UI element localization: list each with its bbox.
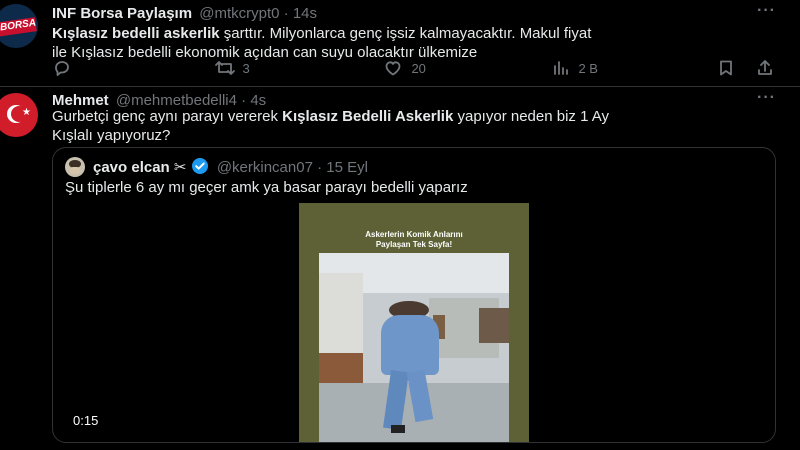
share-icon [758, 60, 772, 75]
tweet-2[interactable]: ★ Mehmet @mehmetbedelli4 · 4s ··· Gurbet… [0, 87, 800, 450]
share-button[interactable] [755, 58, 775, 78]
quoted-avatar[interactable] [65, 157, 85, 177]
separator: · [317, 159, 323, 176]
view-count: 2 B [578, 60, 598, 76]
retweet-count: 3 [242, 60, 250, 76]
quoted-text: Şu tiplerle 6 ay mı geçer amk ya basar p… [65, 179, 468, 196]
video-caption: Askerlerin Komik Anlarını Paylaşan Tek S… [365, 230, 463, 249]
tweet-text-line2: Kışlalı yapıyoruz? [52, 127, 171, 144]
tweet-text: Gurbetçi genç aynı parayı vererek Kışlas… [52, 107, 792, 145]
tweet-text-part1: Gurbetçi genç aynı parayı vererek [52, 108, 283, 125]
views-icon [554, 61, 568, 75]
bookmark-button[interactable] [716, 58, 736, 78]
quoted-author-handle[interactable]: @kerkincan07 [217, 159, 313, 176]
avatar[interactable]: ★ [0, 93, 38, 137]
like-count: 20 [411, 60, 426, 76]
author-handle[interactable]: @mtkcrypt0 [199, 5, 279, 22]
tweet-text-bold: Kışlasız Bedelli Askerlik [282, 108, 454, 125]
tweet-text-bold: Kışlasız bedelli askerlik [52, 25, 220, 42]
reply-icon [55, 61, 69, 76]
quoted-date[interactable]: 15 Eyl [326, 159, 368, 176]
quoted-tweet-card[interactable]: çavo elcan ✂ @kerkincan07 · 15 Eyl Şu ti… [52, 147, 776, 443]
tweet-1[interactable]: BORSA INF Borsa Paylaşım @mtkcrypt0 · 14… [0, 0, 800, 86]
scissors-emoji: ✂ [173, 159, 187, 176]
flag-star-icon: ★ [22, 107, 31, 118]
heart-icon [385, 61, 401, 76]
video-timestamp: 0:15 [73, 413, 99, 428]
tweet-text-part2: yapıyor neden biz 1 Ay [453, 108, 609, 125]
more-button[interactable]: ··· [757, 2, 776, 20]
separator: · [283, 5, 289, 22]
reply-button[interactable] [52, 58, 72, 78]
avatar[interactable]: BORSA [0, 4, 38, 48]
retweet-icon [215, 61, 235, 75]
quoted-author-name[interactable]: çavo elcan [93, 159, 170, 176]
video-player[interactable]: Askerlerin Komik Anlarını Paylaşan Tek S… [299, 203, 529, 442]
retweet-button[interactable]: 3 [214, 58, 250, 78]
video-frame [319, 253, 509, 442]
more-button[interactable]: ··· [757, 89, 776, 107]
tweet-text: Kışlasız bedelli askerlik şarttır. Milyo… [52, 24, 792, 62]
author-name[interactable]: INF Borsa Paylaşım [52, 5, 192, 22]
tweet-text-rest: şarttır. Milyonlarca genç işsiz kalmayac… [219, 25, 592, 42]
views-button[interactable]: 2 B [552, 58, 598, 78]
bookmark-icon [720, 60, 732, 76]
timestamp[interactable]: 14s [293, 5, 317, 22]
verified-badge-icon [191, 157, 209, 179]
like-button[interactable]: 20 [383, 58, 426, 78]
